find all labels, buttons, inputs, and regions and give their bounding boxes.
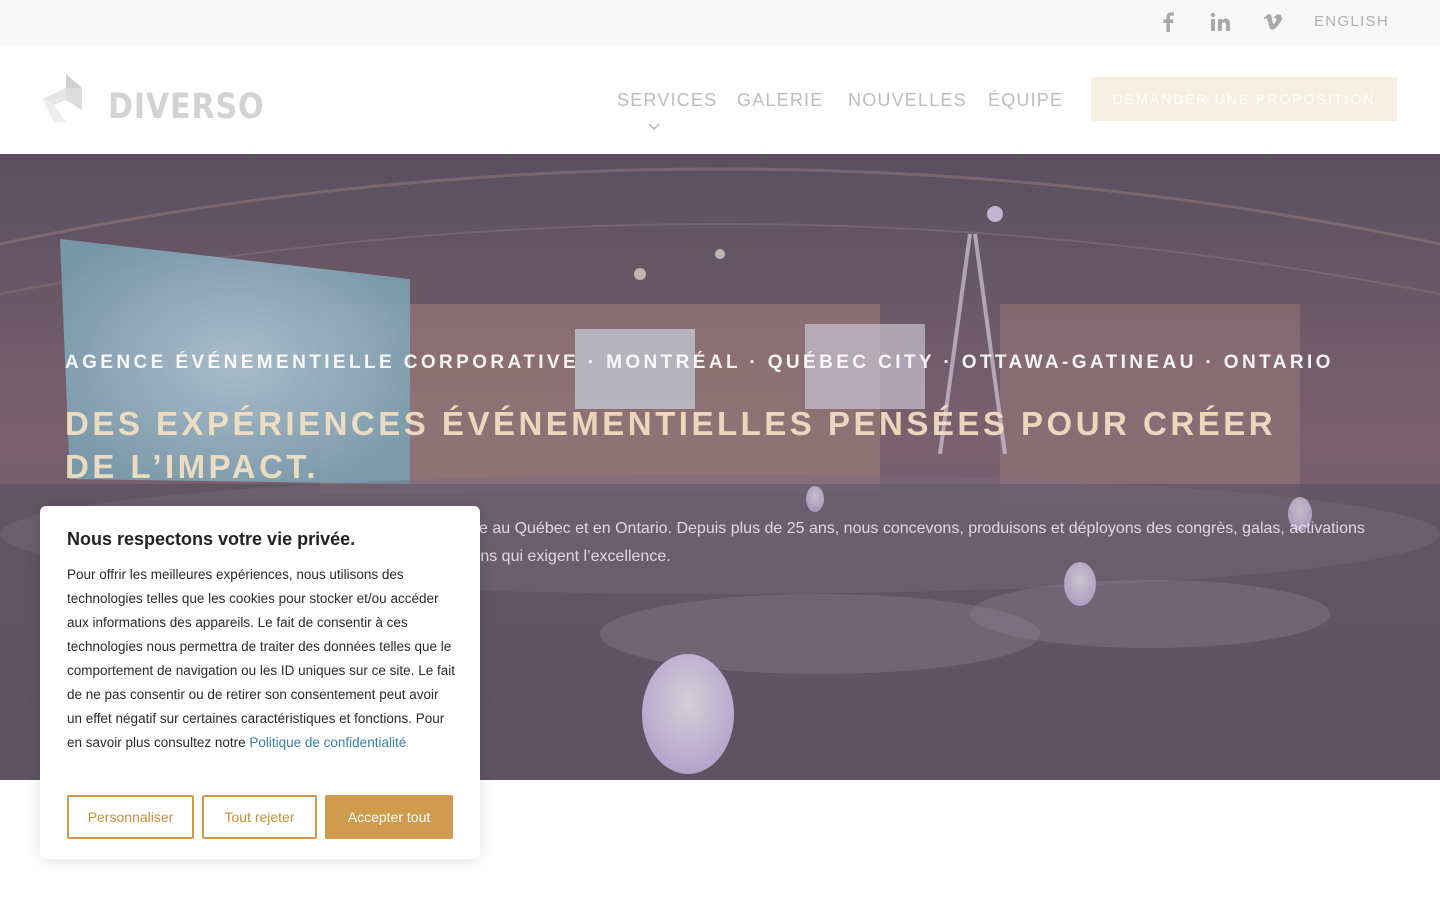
nav-galerie[interactable]: GALERIE bbox=[737, 90, 823, 111]
nav-equipe[interactable]: ÉQUIPE bbox=[988, 90, 1063, 111]
top-bar: ENGLISH bbox=[0, 0, 1440, 46]
accept-all-button[interactable]: Accepter tout bbox=[325, 795, 453, 839]
chevron-down-icon[interactable] bbox=[647, 122, 661, 132]
cookie-body-text: Pour offrir les meilleures expériences, … bbox=[67, 567, 455, 750]
language-switch-link[interactable]: ENGLISH bbox=[1314, 13, 1389, 30]
privacy-policy-link[interactable]: Politique de confidentialité bbox=[249, 735, 406, 750]
logo-wordmark: DIVERSO bbox=[108, 87, 265, 127]
cookie-consent-dialog: Nous respectons votre vie privée. Pour o… bbox=[40, 506, 480, 859]
logo-mark-icon bbox=[42, 74, 82, 122]
site-header: DIVERSO SERVICES GALERIE NOUVELLES ÉQUIP… bbox=[0, 46, 1440, 154]
linkedin-icon[interactable] bbox=[1207, 9, 1233, 35]
vimeo-icon[interactable] bbox=[1260, 9, 1286, 35]
request-proposal-button[interactable]: DEMANDER UNE PROPOSITION bbox=[1091, 77, 1397, 121]
logo[interactable] bbox=[42, 74, 86, 124]
customize-button[interactable]: Personnaliser bbox=[67, 795, 194, 839]
facebook-icon[interactable] bbox=[1155, 9, 1181, 35]
cookie-body: Pour offrir les meilleures expériences, … bbox=[67, 563, 455, 755]
reject-all-button[interactable]: Tout rejeter bbox=[202, 795, 317, 839]
nav-services[interactable]: SERVICES bbox=[617, 90, 717, 111]
hero-kicker: AGENCE ÉVÉNEMENTIELLE CORPORATIVE · MONT… bbox=[65, 352, 1334, 373]
cookie-title: Nous respectons votre vie privée. bbox=[67, 529, 356, 549]
hero-title: DES EXPÉRIENCES ÉVÉNEMENTIELLES PENSÉES … bbox=[65, 405, 1277, 485]
nav-nouvelles[interactable]: NOUVELLES bbox=[848, 90, 967, 111]
